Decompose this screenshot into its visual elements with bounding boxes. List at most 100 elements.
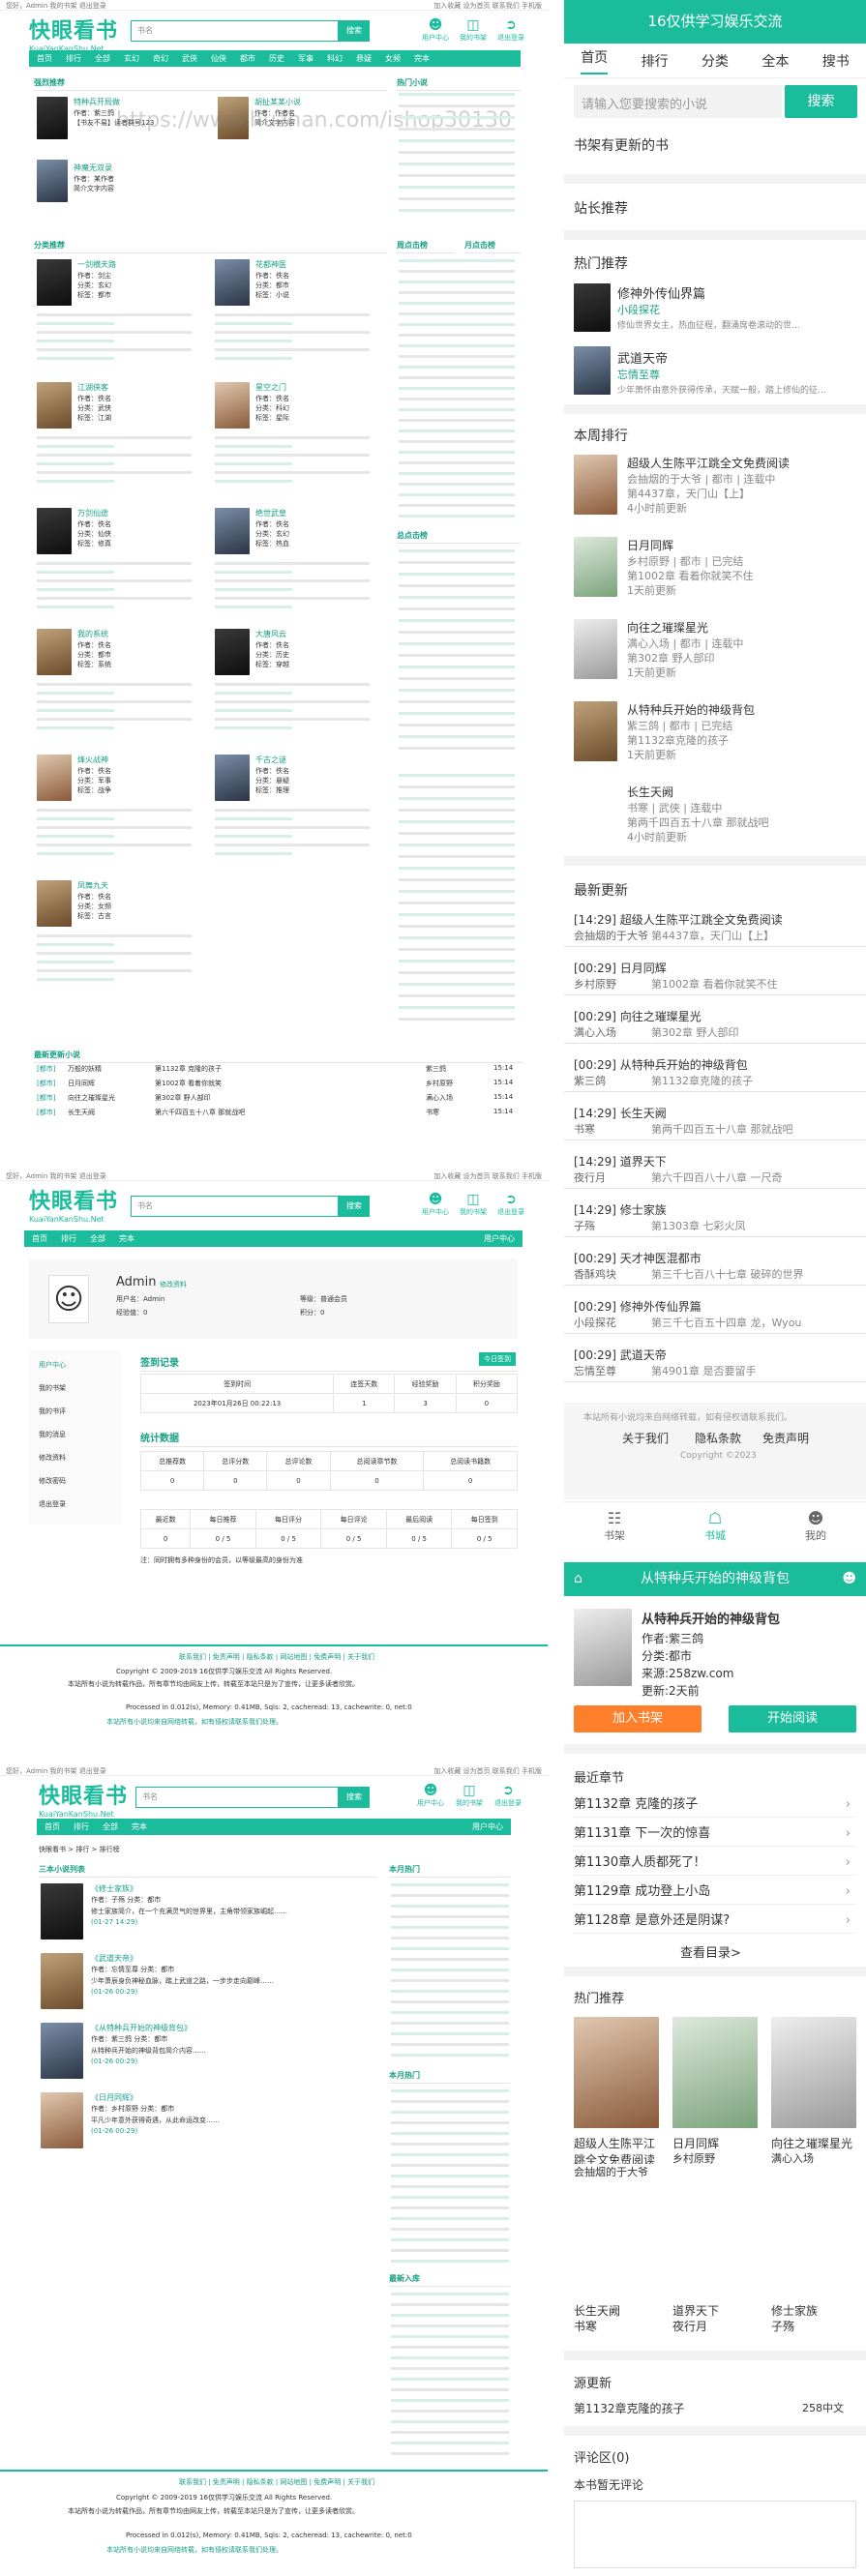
nav-item[interactable]: 首页 xyxy=(45,1821,60,1832)
book-chapter-line[interactable] xyxy=(37,579,192,582)
latest-chapter[interactable]: 第1132章 克隆的孩子 xyxy=(155,1064,222,1074)
side-rank-line[interactable] xyxy=(391,2442,509,2444)
book-chapter-line[interactable] xyxy=(215,597,370,600)
side-rank-line[interactable] xyxy=(391,2324,509,2327)
book-chapter-line[interactable] xyxy=(37,934,192,937)
rank-line[interactable] xyxy=(399,504,515,507)
side-rank-line[interactable] xyxy=(391,2000,509,2003)
book-chapter-line[interactable] xyxy=(37,588,114,591)
book-chapter-line[interactable] xyxy=(37,606,114,608)
rank-line[interactable] xyxy=(399,925,515,928)
mobile-search-input[interactable]: 请输入您要搜索的小说 xyxy=(574,85,782,118)
book-cover[interactable] xyxy=(41,2092,83,2148)
side-rank-line[interactable] xyxy=(391,2378,509,2381)
rank-line[interactable] xyxy=(399,259,515,262)
rank-line[interactable] xyxy=(399,323,515,326)
side-list-line[interactable] xyxy=(399,139,515,142)
book-title[interactable]: 大唐风云 xyxy=(255,629,286,639)
rank-line[interactable] xyxy=(399,960,515,962)
book-cover[interactable] xyxy=(672,2017,758,2128)
book-title[interactable]: 星空之门 xyxy=(255,382,286,393)
footer-links[interactable]: 联系我们 | 免责声明 | 隐私条款 | 网站地图 | 免费声明 | 关于我们 xyxy=(179,2477,374,2487)
book-chapter-line[interactable] xyxy=(215,454,370,457)
nav-item[interactable]: 全部 xyxy=(95,53,110,64)
side-rank-line[interactable] xyxy=(391,2217,509,2220)
rank-line[interactable] xyxy=(399,983,515,986)
rank-line[interactable] xyxy=(399,312,515,315)
latest-title[interactable]: [14:29] 修士家族 xyxy=(574,1201,667,1218)
bottom-nav-shelf[interactable]: ☷ 书架 xyxy=(604,1509,625,1543)
rank-book-title[interactable]: 向往之璀璨星光 xyxy=(627,619,708,636)
rank-line[interactable] xyxy=(399,1018,515,1021)
book-chapter-line[interactable] xyxy=(37,961,114,963)
breadcrumb[interactable]: 快眼看书 > 排行 > 排行榜 xyxy=(39,1845,120,1854)
book-chapter-line[interactable] xyxy=(215,436,370,439)
side-rank-line[interactable] xyxy=(391,2410,509,2413)
logout-link[interactable]: ➲ 退出登录 xyxy=(493,1783,523,1808)
book-chapter-line[interactable] xyxy=(37,331,192,334)
hot-book-name[interactable]: 超级人生陈平江跳全文免费阅读 xyxy=(574,2135,663,2164)
nav-item[interactable]: 军事 xyxy=(298,53,314,64)
side-rank-line[interactable] xyxy=(391,2011,509,2014)
book-cover[interactable] xyxy=(41,2023,83,2079)
side-rank-line[interactable] xyxy=(391,2356,509,2359)
nav-item[interactable]: 完本 xyxy=(132,1821,147,1832)
book-chapter-line[interactable] xyxy=(37,480,114,483)
mobile-search-button[interactable]: 搜索 xyxy=(785,85,857,118)
side-rank-line[interactable] xyxy=(391,1883,509,1886)
latest-title[interactable]: [00:29] 从特种兵开始的神级背包 xyxy=(574,1056,748,1073)
side-rank-line[interactable] xyxy=(391,2089,509,2092)
rank-line[interactable] xyxy=(399,785,515,788)
book-chapter-line[interactable] xyxy=(215,835,292,838)
book-chapter-line[interactable] xyxy=(215,462,292,465)
book-chapter-line[interactable] xyxy=(37,726,114,729)
side-rank-line[interactable] xyxy=(391,2032,509,2035)
rank-line[interactable] xyxy=(399,913,515,916)
book-chapter-line[interactable] xyxy=(37,844,192,846)
side-rank-line[interactable] xyxy=(391,2196,509,2199)
footer-link[interactable]: 免责声明 xyxy=(762,1430,809,1446)
search-input[interactable]: 书名 xyxy=(131,20,339,42)
latest-chapter[interactable]: 第六千四百五十八章 那就战吧 xyxy=(155,1108,245,1117)
rank-line[interactable] xyxy=(399,855,515,858)
side-rank-line[interactable] xyxy=(391,2153,509,2156)
nav-user-center[interactable]: 用户中心 xyxy=(472,1821,503,1832)
book-chapter-line[interactable] xyxy=(37,340,114,342)
side-rank-line[interactable] xyxy=(391,2175,509,2177)
rank-line[interactable] xyxy=(399,1006,515,1009)
book-chapter-line[interactable] xyxy=(37,718,192,721)
nav-item[interactable]: 排行 xyxy=(61,1233,76,1244)
book-cover[interactable] xyxy=(215,755,250,801)
book-chapter-line[interactable] xyxy=(215,700,370,703)
side-rank-line[interactable] xyxy=(391,1969,509,1971)
side-rank-line[interactable] xyxy=(391,1905,509,1908)
side-rank-line[interactable] xyxy=(391,2431,509,2434)
book-chapter-line[interactable] xyxy=(37,700,192,703)
user-menu-item[interactable]: 修改密码 xyxy=(39,1476,66,1486)
nav-item[interactable]: 科幻 xyxy=(327,53,343,64)
book-title[interactable]: 胡扯某某小说 xyxy=(254,97,301,107)
nav-item[interactable]: 排行 xyxy=(74,1821,89,1832)
book-chapter-line[interactable] xyxy=(37,571,114,574)
book-chapter-line[interactable] xyxy=(215,606,292,608)
rank-line[interactable] xyxy=(399,878,515,881)
side-rank-line[interactable] xyxy=(391,1894,509,1897)
rank-line[interactable] xyxy=(399,832,515,835)
side-rank-line[interactable] xyxy=(391,1958,509,1961)
side-list-line[interactable] xyxy=(399,209,515,212)
book-title[interactable]: 凤舞九天 xyxy=(77,880,108,891)
user-menu-item[interactable]: 用户中心 xyxy=(39,1360,66,1370)
side-rank-line[interactable] xyxy=(391,2249,509,2252)
nav-item[interactable]: 首页 xyxy=(37,53,52,64)
book-chapter-line[interactable] xyxy=(215,692,292,695)
user-menu-item[interactable]: 退出登录 xyxy=(39,1499,66,1509)
site-logo[interactable]: 快眼看书 KuaiYanKanShu.Net xyxy=(39,1779,128,1819)
rank-book-title[interactable]: 从特种兵开始的神级背包 xyxy=(627,701,755,718)
rank-book-title[interactable]: 超级人生陈平江跳全文免费阅读 xyxy=(627,455,790,471)
list-book-title[interactable]: 《日月同辉》 xyxy=(91,2092,137,2103)
tab-category[interactable]: 分类 xyxy=(702,51,729,71)
search-button[interactable]: 搜索 xyxy=(339,20,370,42)
rank-line[interactable] xyxy=(399,493,515,496)
nav-item[interactable]: 都市 xyxy=(240,53,255,64)
side-rank-line[interactable] xyxy=(391,2100,509,2103)
